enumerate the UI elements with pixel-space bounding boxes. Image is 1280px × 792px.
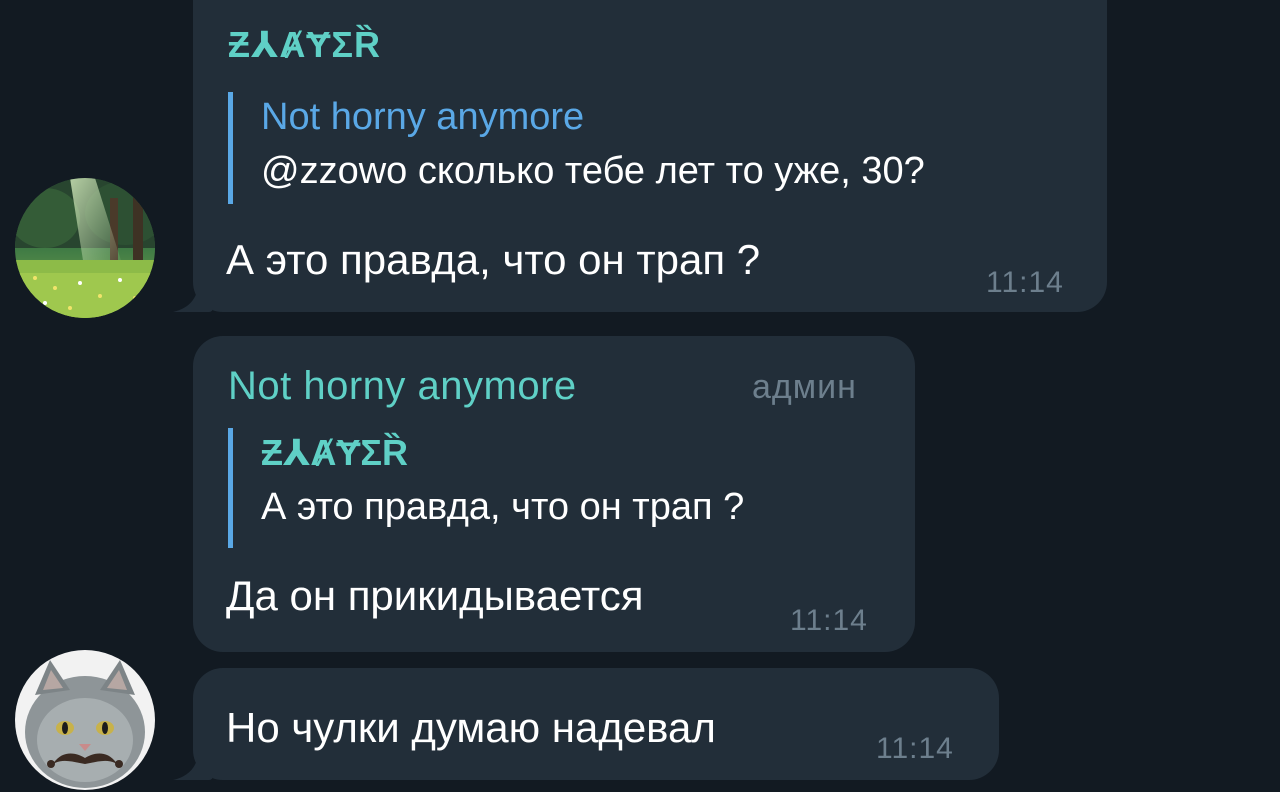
message-text: Но чулки думаю надевал (226, 704, 716, 751)
reply-quote[interactable]: Ƶ⅄ȺɎƩȐ А это правда, что он трап ? (228, 428, 744, 548)
sender-name[interactable]: Ƶ⅄ȺɎƩȐ (228, 24, 381, 66)
reply-author: Not horny anymore (261, 96, 585, 138)
reply-text: @zzowo сколько тебе лет то уже, 30? (261, 150, 925, 192)
reply-text: А это правда, что он трап ? (261, 486, 745, 528)
forest-meadow-avatar-image (15, 178, 155, 318)
reply-quote[interactable]: Not horny anymore @zzowo сколько тебе ле… (228, 92, 925, 204)
cat-with-mustache-avatar-image (15, 650, 155, 790)
message-text: А это правда, что он трап ? (226, 236, 761, 283)
chat-view: Ƶ⅄ȺɎƩȐ Not horny anymore @zzowo сколько … (0, 0, 1280, 792)
sender-name[interactable]: Not horny anymore (228, 364, 577, 409)
reply-author: Ƶ⅄ȺɎƩȐ (261, 432, 408, 473)
message-time: 11:14 (986, 266, 1064, 299)
message-time: 11:14 (876, 732, 954, 765)
message-text: Да он прикидывается (226, 572, 644, 619)
admin-badge: админ (752, 368, 857, 406)
sender-avatar[interactable] (15, 650, 155, 790)
message-time: 11:14 (790, 604, 868, 637)
sender-avatar[interactable] (15, 178, 155, 318)
